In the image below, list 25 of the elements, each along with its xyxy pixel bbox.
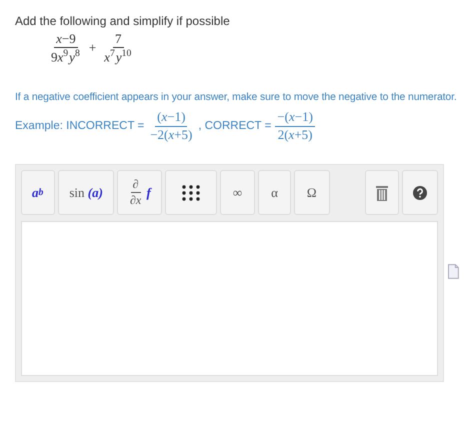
trash-icon [376,184,388,201]
fraction-denominator: −2(x+5) [149,126,194,142]
help-icon [413,186,428,200]
instruction-note: If a negative coefficient appears in your answer, make sure to move the negative to the numerator. [15,90,458,104]
help-button[interactable] [402,170,438,216]
fraction-denominator: x$^{7}$y$^{10}$ [103,48,132,65]
question-prompt: Add the following and simplify if possible [15,14,231,28]
example-label: , CORRECT = [198,120,272,132]
symbol-button[interactable]: Ω [294,170,330,216]
example-label: Example: INCORRECT = [15,120,144,132]
fraction-denominator: 9x$^{9}$y$^{8}$ [50,48,81,65]
matrix-button[interactable] [164,170,217,216]
plus-sign: + [88,40,98,56]
fraction-numerator: (x−1) [155,110,188,127]
dot-grid-icon [182,184,200,201]
function-button[interactable]: sin (a) [58,170,114,216]
symbol-button[interactable]: α [258,170,291,216]
delete-button[interactable] [365,170,400,216]
symbol-button[interactable]: ∞ [220,170,256,216]
answer-input-field[interactable] [21,221,438,376]
fraction-numerator: −(x−1) [275,110,315,127]
fraction-numerator: x−9 [54,32,78,48]
fraction-numerator: 7 [113,32,124,48]
document-icon [448,264,459,280]
fraction-denominator: 2(x+5) [276,126,314,142]
